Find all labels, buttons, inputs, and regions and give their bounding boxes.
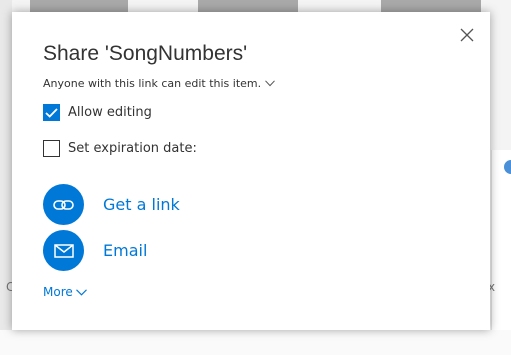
more-label: More xyxy=(43,285,73,299)
checkmark-icon xyxy=(45,107,58,118)
more-button[interactable]: More xyxy=(43,285,87,299)
link-icon xyxy=(43,184,84,225)
link-permission-text: Anyone with this link can edit this item… xyxy=(43,77,262,90)
allow-editing-checkbox[interactable] xyxy=(43,104,60,121)
close-icon[interactable] xyxy=(458,26,476,44)
chevron-down-icon xyxy=(265,80,275,87)
chevron-down-icon xyxy=(75,288,87,296)
background-footer xyxy=(0,330,511,355)
allow-editing-label: Allow editing xyxy=(68,105,152,120)
envelope-icon xyxy=(43,230,84,271)
expiration-option[interactable]: Set expiration date: xyxy=(43,140,197,157)
dialog-title: Share 'SongNumbers' xyxy=(43,42,248,65)
share-dialog: Share 'SongNumbers' Anyone with this lin… xyxy=(12,12,490,330)
expiration-checkbox[interactable] xyxy=(43,140,60,157)
background-panel xyxy=(491,150,511,330)
allow-editing-option[interactable]: Allow editing xyxy=(43,104,152,121)
background-check-icon xyxy=(504,160,511,174)
get-link-button[interactable]: Get a link xyxy=(43,184,180,225)
email-button[interactable]: Email xyxy=(43,230,147,271)
link-permission-dropdown[interactable]: Anyone with this link can edit this item… xyxy=(43,77,275,90)
background-page-edge xyxy=(0,0,12,355)
get-link-label: Get a link xyxy=(103,195,180,214)
email-label: Email xyxy=(103,241,148,260)
expiration-label: Set expiration date: xyxy=(68,141,197,156)
